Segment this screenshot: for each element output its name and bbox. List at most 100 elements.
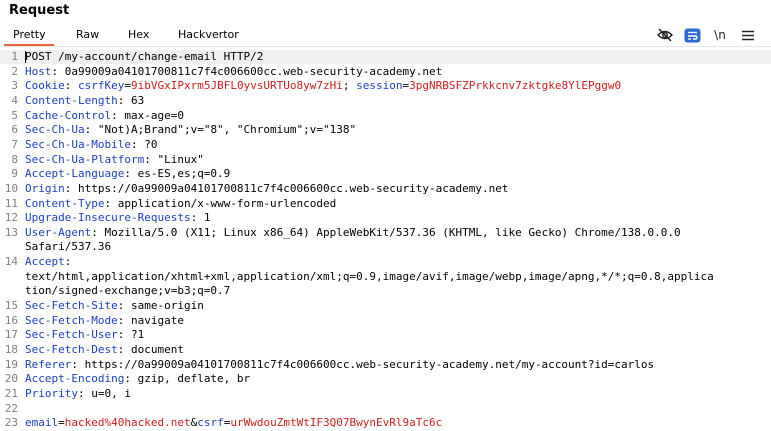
wrap-icon[interactable] [683, 26, 701, 44]
line-content: Accept-Encoding: gzip, deflate, br [25, 372, 250, 386]
line-content: Referer: https://0a99009a04101700811c7f4… [25, 358, 654, 372]
line-number: 1 [11, 50, 18, 63]
line-number: 22 [4, 401, 18, 415]
request-line[interactable]: 23 email=hacked%40hacked.net&csrf=urWwdou… [0, 416, 771, 430]
text-segment: : gzip, deflate, br [124, 372, 251, 386]
line-content: Sec-Ch-Ua-Mobile: ?0 [25, 138, 157, 152]
panel-title: Request [9, 3, 70, 18]
request-line[interactable]: 10 Origin: https://0a99009a04101700811c7f… [0, 182, 771, 196]
request-line[interactable]: 5 Cache-Control: max-age=0 [0, 109, 771, 123]
request-line[interactable]: 14 Accept: [0, 255, 771, 269]
text-segment: ; [342, 79, 357, 93]
line-number: 18 [4, 343, 18, 356]
text-segment: : ?1 [117, 328, 145, 342]
request-line[interactable]: 18 Sec-Fetch-Dest: document [0, 343, 771, 357]
field-value: 3pgNRBSFZPrkkcnv7zktgke8YlEPggw0 [409, 79, 622, 93]
line-content: Content-Type: application/x-www-form-url… [25, 197, 336, 211]
request-line[interactable]: 19 Referer: https://0a99009a04101700811c7… [0, 358, 771, 372]
request-line[interactable]: 2 Host: 0a99009a04101700811c7f4c006600cc.… [0, 65, 771, 79]
line-content: User-Agent: Mozilla/5.0 (X11; Linux x86_… [25, 226, 681, 240]
text-segment: : Mozilla/5.0 (X11; Linux x86_64) AppleW… [91, 225, 681, 239]
request-line[interactable]: 6 Sec-Ch-Ua: "Not)A;Brand";v="8", "Chromi… [0, 123, 771, 137]
field-name: Host [25, 64, 52, 78]
line-number: 8 [11, 152, 18, 166]
line-content: Sec-Ch-Ua: "Not)A;Brand";v="8", "Chromiu… [25, 123, 356, 137]
text-segment: : 0a99009a04101700811c7f4c006600cc.web-s… [51, 64, 443, 78]
field-value: 9ibVGxIPxrm5JBFL0yvsURTUo8yw7zHi [130, 79, 343, 93]
request-line[interactable]: 3 Cookie: csrfKey=9ibVGxIPxrm5JBFL0yvsURT… [0, 79, 771, 93]
line-number: 3 [11, 79, 18, 93]
request-line[interactable]: 13 User-Agent: Mozilla/5.0 (X11; Linux x8… [0, 226, 771, 240]
tab-hackvertor[interactable]: Hackvertor [178, 28, 239, 41]
line-content: Sec-Fetch-Dest: document [25, 343, 184, 357]
field-name: csrfKey [78, 79, 125, 93]
line-content: text/html,application/xhtml+xml,applicat… [25, 270, 714, 284]
line-content: Accept: [25, 255, 71, 269]
line-number: 14 [4, 255, 18, 269]
text-segment: : same-origin [117, 299, 204, 313]
field-name: Priority [25, 386, 78, 400]
text-segment: : application/x-www-form-urlencoded [104, 196, 337, 210]
text-segment: tion/signed-exchange;v=b3;q=0.7 [25, 284, 231, 298]
line-number: 15 [4, 299, 18, 313]
line-content: Safari/537.36 [25, 240, 111, 254]
request-line[interactable]: 9 Accept-Language: es-ES,es;q=0.9 [0, 167, 771, 181]
menu-icon[interactable] [739, 26, 757, 44]
line-content: Sec-Fetch-Mode: navigate [25, 314, 184, 328]
line-number: 6 [11, 123, 18, 137]
field-name: Referer [25, 357, 72, 371]
line-content: Priority: u=0, i [25, 387, 131, 401]
field-name: Sec-Ch-Ua [25, 123, 85, 137]
request-line[interactable]: 12 Upgrade-Insecure-Requests: 1 [0, 211, 771, 225]
line-number: 4 [11, 93, 18, 107]
field-name: Content-Type [25, 196, 105, 210]
text-segment: : 1 [190, 211, 211, 225]
field-name: session [356, 79, 403, 93]
line-number: 5 [11, 108, 18, 122]
text-segment: Safari/537.36 [25, 240, 112, 254]
line-content: email=hacked%40hacked.net&csrf=urWwdouZm… [25, 416, 442, 430]
field-name: Content-Length [25, 93, 118, 107]
request-line[interactable]: 22 [0, 402, 771, 416]
text-segment: : "Linux" [144, 152, 204, 166]
line-number: 20 [4, 372, 18, 386]
line-number: 21 [4, 386, 18, 400]
request-line[interactable]: Safari/537.36 [0, 240, 771, 254]
field-name: Sec-Fetch-User [25, 328, 118, 342]
request-line[interactable]: 16 Sec-Fetch-Mode: navigate [0, 314, 771, 328]
field-name: Accept [25, 255, 65, 269]
field-name: Accept-Language [25, 167, 125, 181]
request-line[interactable]: 15 Sec-Fetch-Site: same-origin [0, 299, 771, 313]
field-name: Sec-Fetch-Site [25, 299, 118, 313]
line-content: Sec-Fetch-Site: same-origin [25, 299, 204, 313]
field-name: csrf [197, 416, 224, 430]
request-line[interactable]: 17 Sec-Fetch-User: ?1 [0, 328, 771, 342]
line-content: Cache-Control: max-age=0 [25, 109, 184, 123]
request-line[interactable]: 1 POST /my-account/change-email HTTP/2 [0, 50, 771, 64]
tab-pretty[interactable]: Pretty [13, 28, 46, 41]
line-content: Sec-Ch-Ua-Platform: "Linux" [25, 153, 204, 167]
text-segment: text/html,application/xhtml+xml,applicat… [25, 269, 714, 283]
request-line[interactable]: 4 Content-Length: 63 [0, 94, 771, 108]
request-editor[interactable]: 1 POST /my-account/change-email HTTP/2 2 Ho… [0, 50, 771, 431]
request-line[interactable]: 8 Sec-Ch-Ua-Platform: "Linux" [0, 153, 771, 167]
tab-hex[interactable]: Hex [128, 28, 149, 41]
text-segment: : es-ES,es;q=0.9 [124, 167, 231, 181]
newline-toggle-icon[interactable]: \n [711, 26, 729, 44]
eye-slash-icon[interactable] [656, 26, 674, 44]
tab-raw[interactable]: Raw [76, 28, 99, 41]
line-number: 9 [11, 167, 18, 181]
request-line[interactable]: text/html,application/xhtml+xml,applicat… [0, 270, 771, 284]
line-number: 23 [4, 416, 18, 430]
request-line[interactable]: 20 Accept-Encoding: gzip, deflate, br [0, 372, 771, 386]
line-number: 19 [4, 357, 18, 371]
request-line[interactable]: 7 Sec-Ch-Ua-Mobile: ?0 [0, 138, 771, 152]
request-line[interactable]: 21 Priority: u=0, i [0, 387, 771, 401]
request-line[interactable]: 11 Content-Type: application/x-www-form-u… [0, 197, 771, 211]
line-content: Cookie: csrfKey=9ibVGxIPxrm5JBFL0yvsURTU… [25, 79, 621, 93]
text-cursor [25, 51, 26, 63]
text-segment: : u=0, i [77, 386, 131, 400]
field-name: Sec-Ch-Ua-Platform [25, 152, 145, 166]
line-number: 12 [4, 211, 18, 225]
request-line[interactable]: tion/signed-exchange;v=b3;q=0.7 [0, 284, 771, 298]
